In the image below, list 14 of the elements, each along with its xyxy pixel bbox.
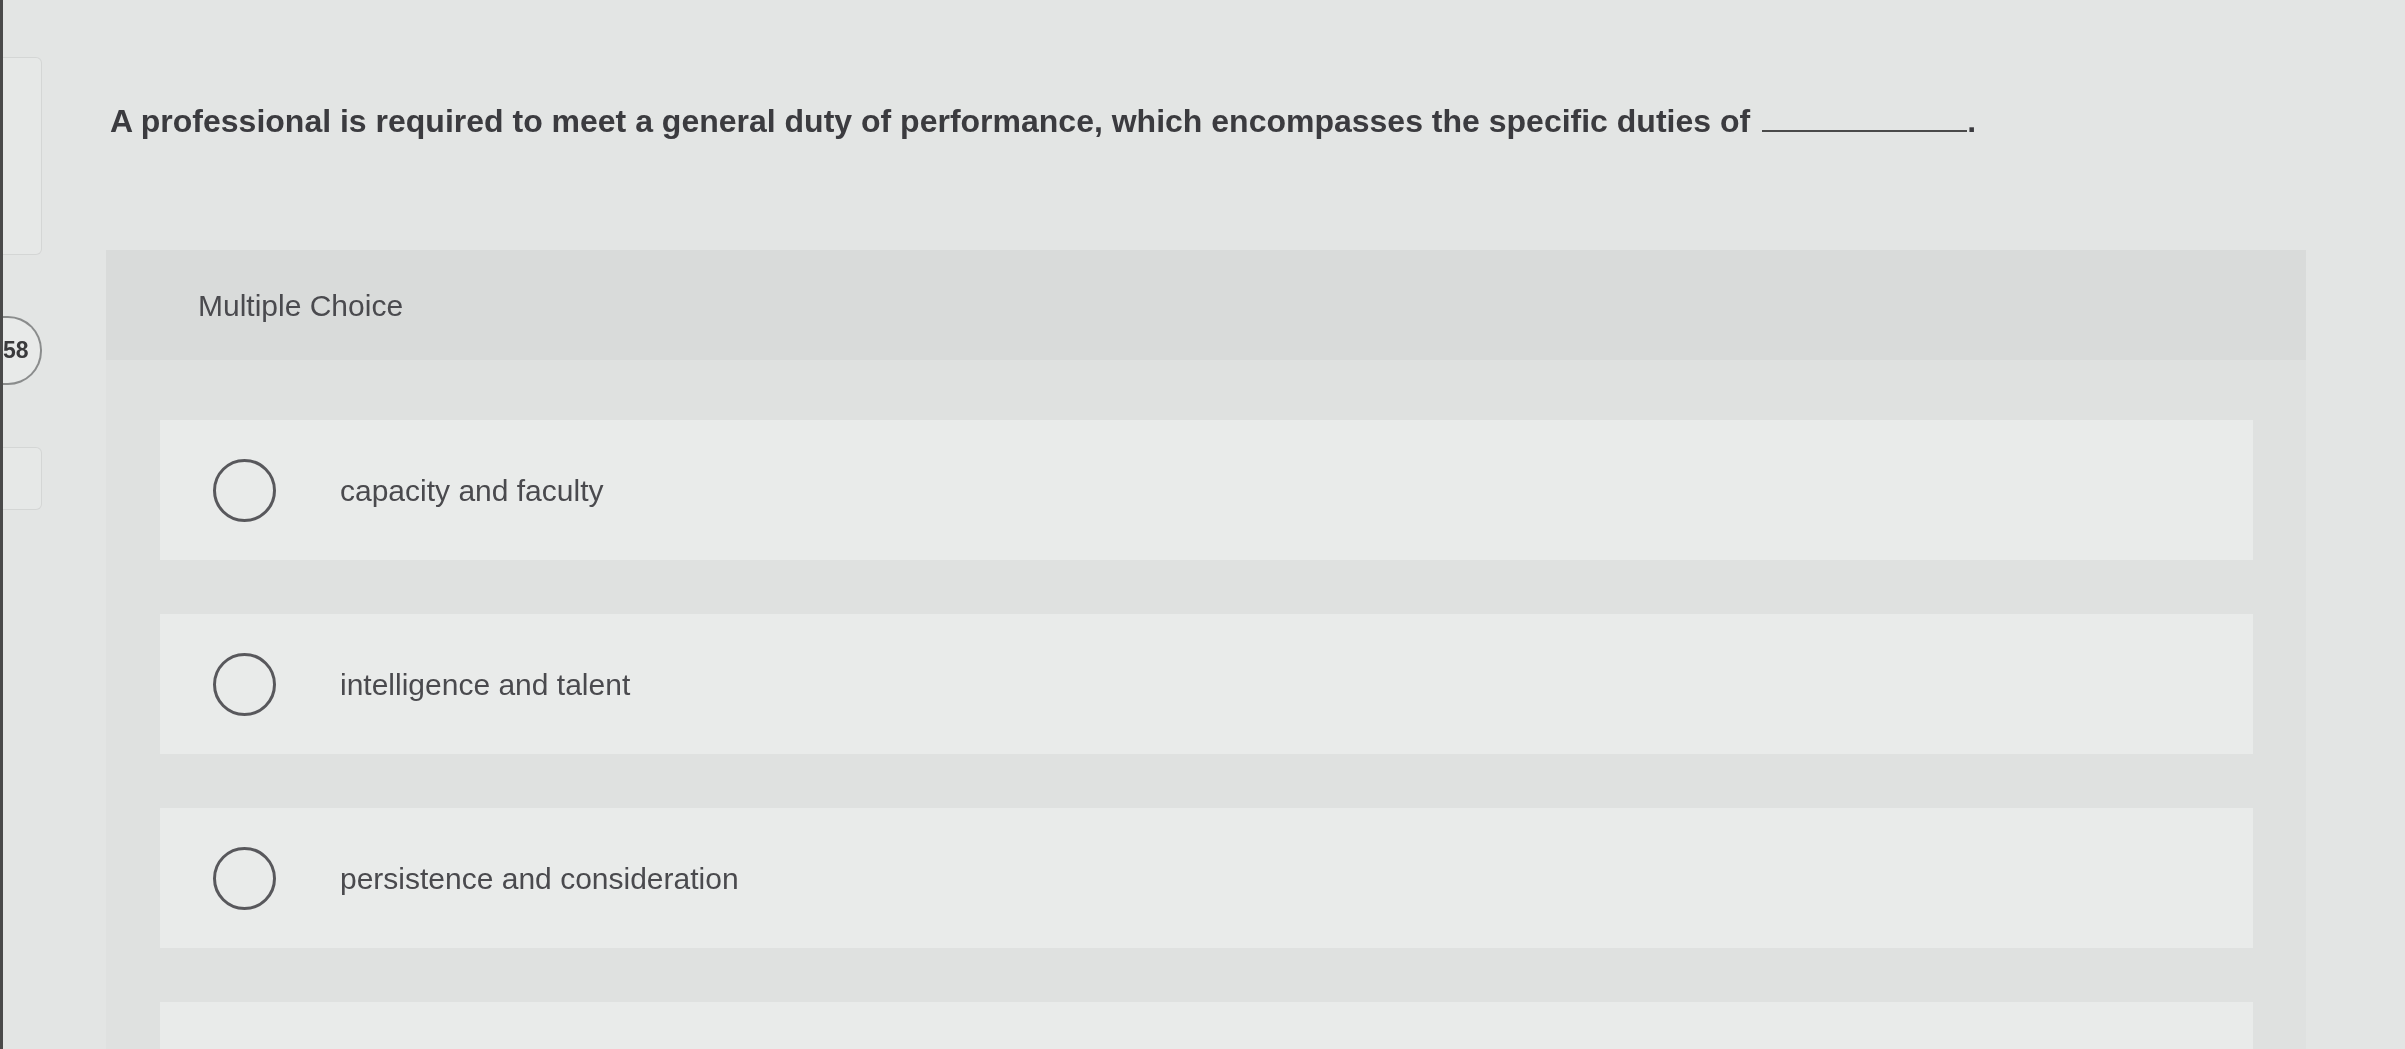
answer-option[interactable]: capacity and faculty [160,420,2253,560]
radio-button[interactable] [213,846,276,910]
side-panel [3,447,42,510]
option-label: intelligence and talent [340,666,631,703]
radio-button[interactable] [213,458,276,522]
answer-option[interactable]: intelligence and talent [160,614,2253,754]
question-punctuation: . [1967,102,1976,140]
question-type-label: Multiple Choice [198,287,404,324]
question-number[interactable]: 58 [3,316,42,385]
radio-button[interactable] [213,652,276,716]
option-label: persistence and consideration [340,860,739,897]
question-text: A professional is required to meet a general duty of performance, which encompasses the specific duties of [110,102,1751,140]
option-label: capacity and faculty [340,472,604,509]
answer-option[interactable]: persistence and consideration [160,808,2253,948]
